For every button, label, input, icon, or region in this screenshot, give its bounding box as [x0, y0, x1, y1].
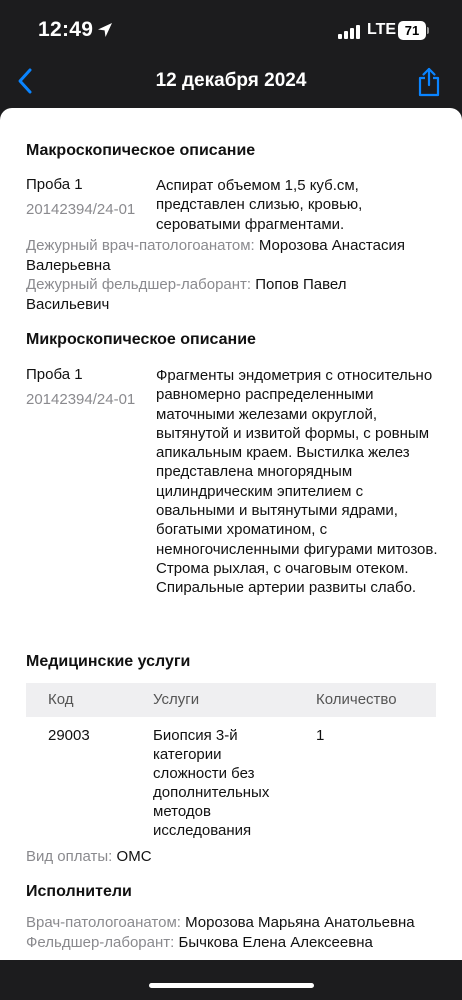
macro-assistant: Дежурный фельдшер-лаборант: Попов Павел …: [26, 275, 431, 314]
service-name: Биопсия 3-й категории сложности без допо…: [153, 727, 270, 839]
share-icon[interactable]: [416, 66, 442, 98]
payment-value: ОМС: [116, 848, 152, 865]
performer-doctor-name: Морозова Марьяна Анатольевна: [185, 914, 415, 931]
nav-bar: 12 декабря 2024: [0, 60, 462, 108]
micro-sample-label: Проба 1: [26, 366, 83, 383]
macro-assistant-label: Дежурный фельдшер-лаборант:: [26, 276, 252, 293]
performer-assistant-label: Фельдшер-лаборант:: [26, 934, 175, 951]
services-section-title: Медицинские услуги: [26, 653, 191, 670]
column-service: Услуги: [153, 691, 200, 708]
micro-section-title: Микроскопическое описание: [26, 331, 256, 348]
report-card: Макроскопическое описание Проба 1 201423…: [0, 108, 462, 960]
cellular-signal-icon: [338, 25, 362, 39]
macro-section-title: Макроскопическое описание: [26, 142, 256, 159]
payment-type: Вид оплаты: ОМС: [26, 847, 431, 867]
macro-doctor-label: Дежурный врач-патологоанатом:: [26, 237, 255, 254]
performer-doctor-label: Врач-патологоанатом:: [26, 914, 181, 931]
home-indicator[interactable]: [149, 983, 314, 988]
micro-description: Фрагменты эндометрия с относительно равн…: [156, 367, 438, 597]
performers-section-title: Исполнители: [26, 883, 132, 900]
column-quantity: Количество: [316, 691, 397, 708]
payment-label: Вид оплаты:: [26, 848, 113, 865]
macro-description: Аспират объемом 1,5 куб.см, представлен …: [156, 177, 363, 233]
performer-assistant: Фельдшер-лаборант: Бычкова Елена Алексее…: [26, 933, 431, 953]
macro-doctor: Дежурный врач-патологоанатом: Морозова А…: [26, 236, 431, 275]
network-type: LTE: [367, 21, 397, 38]
battery-icon: 71: [398, 21, 430, 40]
macro-sample-label: Проба 1: [26, 176, 83, 193]
micro-sample-id: 20142394/24-01: [26, 391, 136, 408]
status-time: 12:49: [38, 18, 94, 41]
service-quantity: 1: [316, 727, 325, 744]
performer-assistant-name: Бычкова Елена Алексеевна: [178, 934, 373, 951]
page-title: 12 декабря 2024: [155, 70, 307, 91]
location-arrow-icon: [98, 23, 112, 37]
performer-doctor: Врач-патологоанатом: Морозова Марьяна Ан…: [26, 913, 431, 933]
macro-sample-id: 20142394/24-01: [26, 201, 136, 218]
service-code: 29003: [48, 727, 90, 744]
status-bar: 12:49 LTE 71: [0, 0, 462, 60]
services-table-header: Код Услуги Количество: [26, 683, 436, 717]
battery-level: 71: [398, 21, 426, 40]
column-code: Код: [48, 691, 74, 708]
